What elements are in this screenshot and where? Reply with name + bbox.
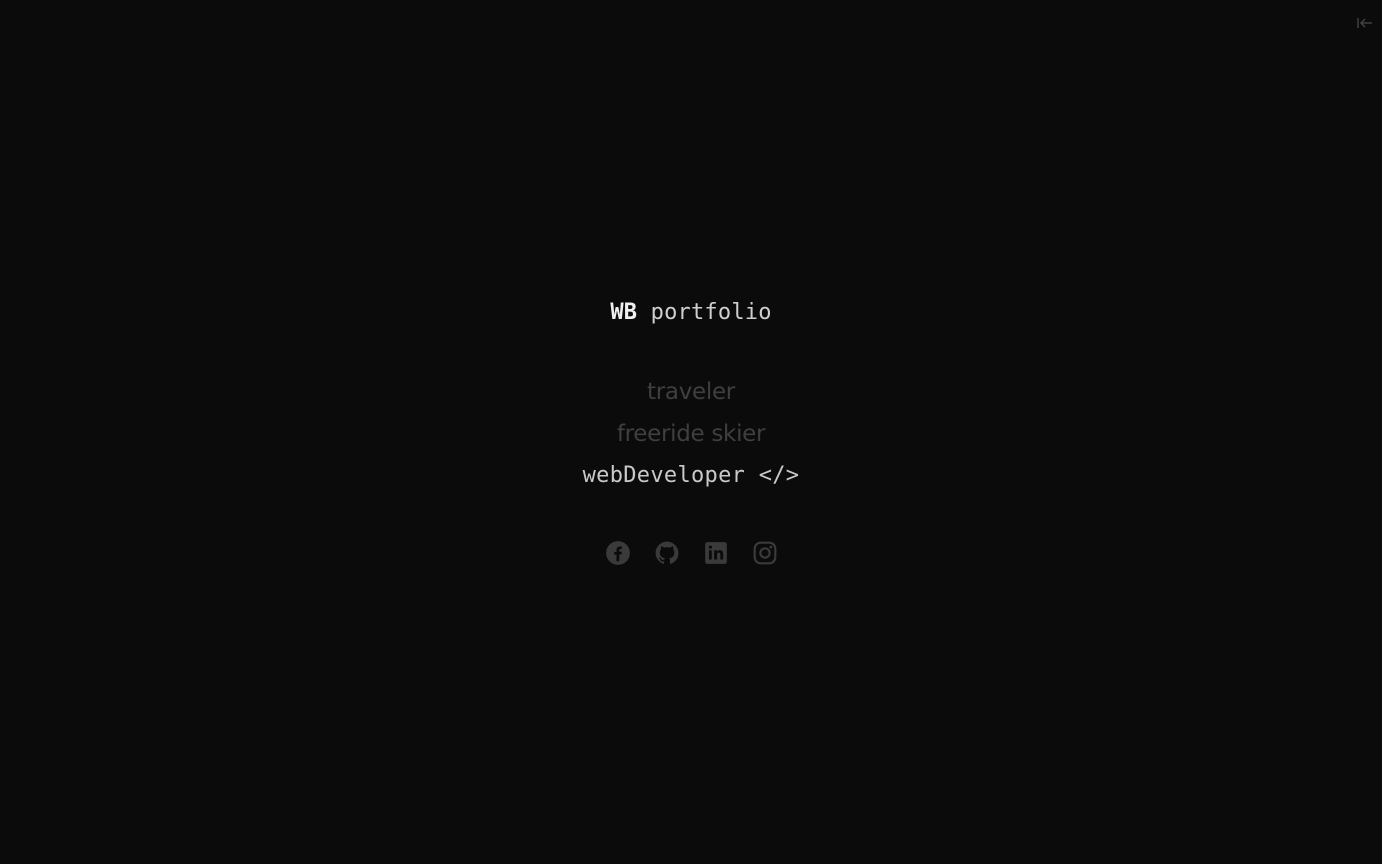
collapse-left-icon (1356, 16, 1374, 30)
facebook-icon (605, 540, 631, 566)
collapse-sidebar-button[interactable] (1354, 12, 1376, 34)
github-icon (654, 540, 680, 566)
social-links (0, 540, 1382, 566)
instagram-icon (752, 540, 778, 566)
brand-word: portfolio (650, 300, 772, 325)
github-link[interactable] (654, 540, 680, 566)
instagram-link[interactable] (752, 540, 778, 566)
linkedin-link[interactable] (703, 540, 729, 566)
role-web-developer: webDeveloper </> (582, 463, 800, 488)
facebook-link[interactable] (605, 540, 631, 566)
role-freeride-skier: freeride skier (616, 421, 766, 447)
role-traveler: traveler (647, 379, 735, 405)
brand-initials: WB (610, 300, 638, 325)
page: WB portfolio traveler freeride skier web… (0, 0, 1382, 864)
brand-title: WB portfolio (0, 296, 1382, 330)
linkedin-icon (703, 540, 729, 566)
roles-list: traveler freeride skier webDeveloper </> (0, 373, 1382, 499)
